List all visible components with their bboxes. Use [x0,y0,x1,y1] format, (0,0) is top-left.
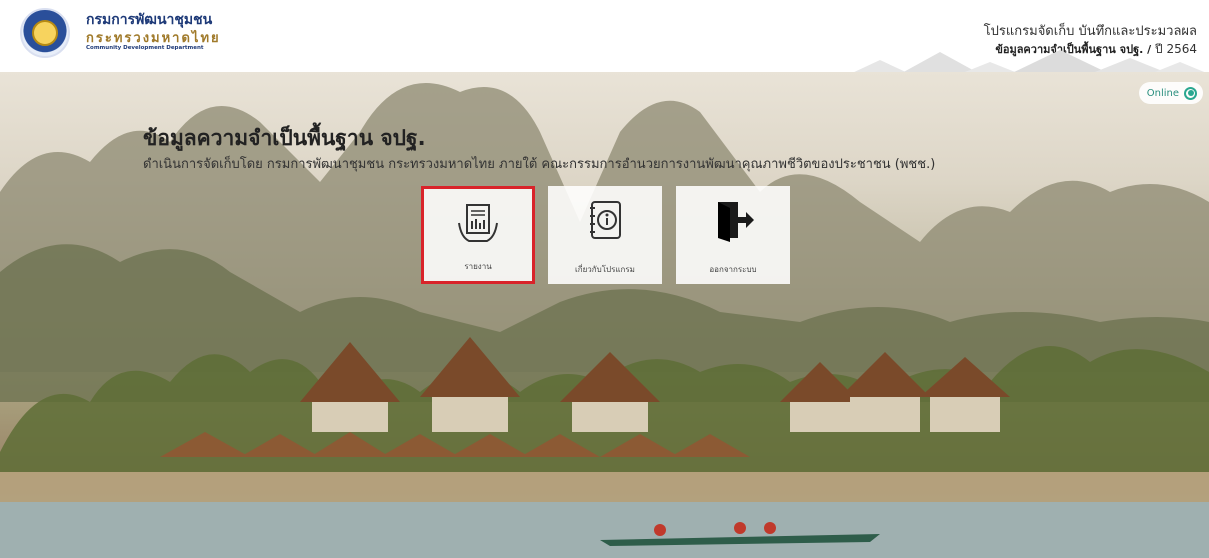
online-status-badge: Online [1138,82,1203,104]
org-name-en: Community Development Department [86,45,204,51]
menu-tile-about-label: เกี่ยวกับโปรแกรม [575,265,635,274]
top-header: กรมการพัฒนาชุมชน กระทรวงมหาดไทย Communit… [0,0,1209,74]
online-status-label: Online [1146,87,1179,99]
department-logo [20,8,70,58]
menu-tile-about[interactable]: เกี่ยวกับโปรแกรม [548,186,662,284]
hero-banner: Online ข้อมูลความจำเป็นพื้นฐาน จปฐ. ดำเน… [0,72,1209,558]
logout-icon [718,202,754,242]
menu-tile-report[interactable]: รายงาน [421,186,535,284]
menu-tile-logout-label: ออกจากระบบ [709,265,757,274]
online-indicator-icon [1184,86,1197,100]
hero-title: ข้อมูลความจำเป็นพื้นฐาน จปฐ. [143,126,426,150]
menu-tile-logout[interactable]: ออกจากระบบ [676,186,790,284]
roofline-decoration [850,50,1209,74]
report-icon [458,204,498,242]
hero-description: ดำเนินการจัดเก็บโดย กรมการพัฒนาชุมชน กระ… [143,157,936,172]
info-book-icon [590,201,621,239]
menu-tile-report-label: รายงาน [464,262,492,271]
program-title: โปรแกรมจัดเก็บ บันทึกและประมวลผล [983,24,1197,39]
